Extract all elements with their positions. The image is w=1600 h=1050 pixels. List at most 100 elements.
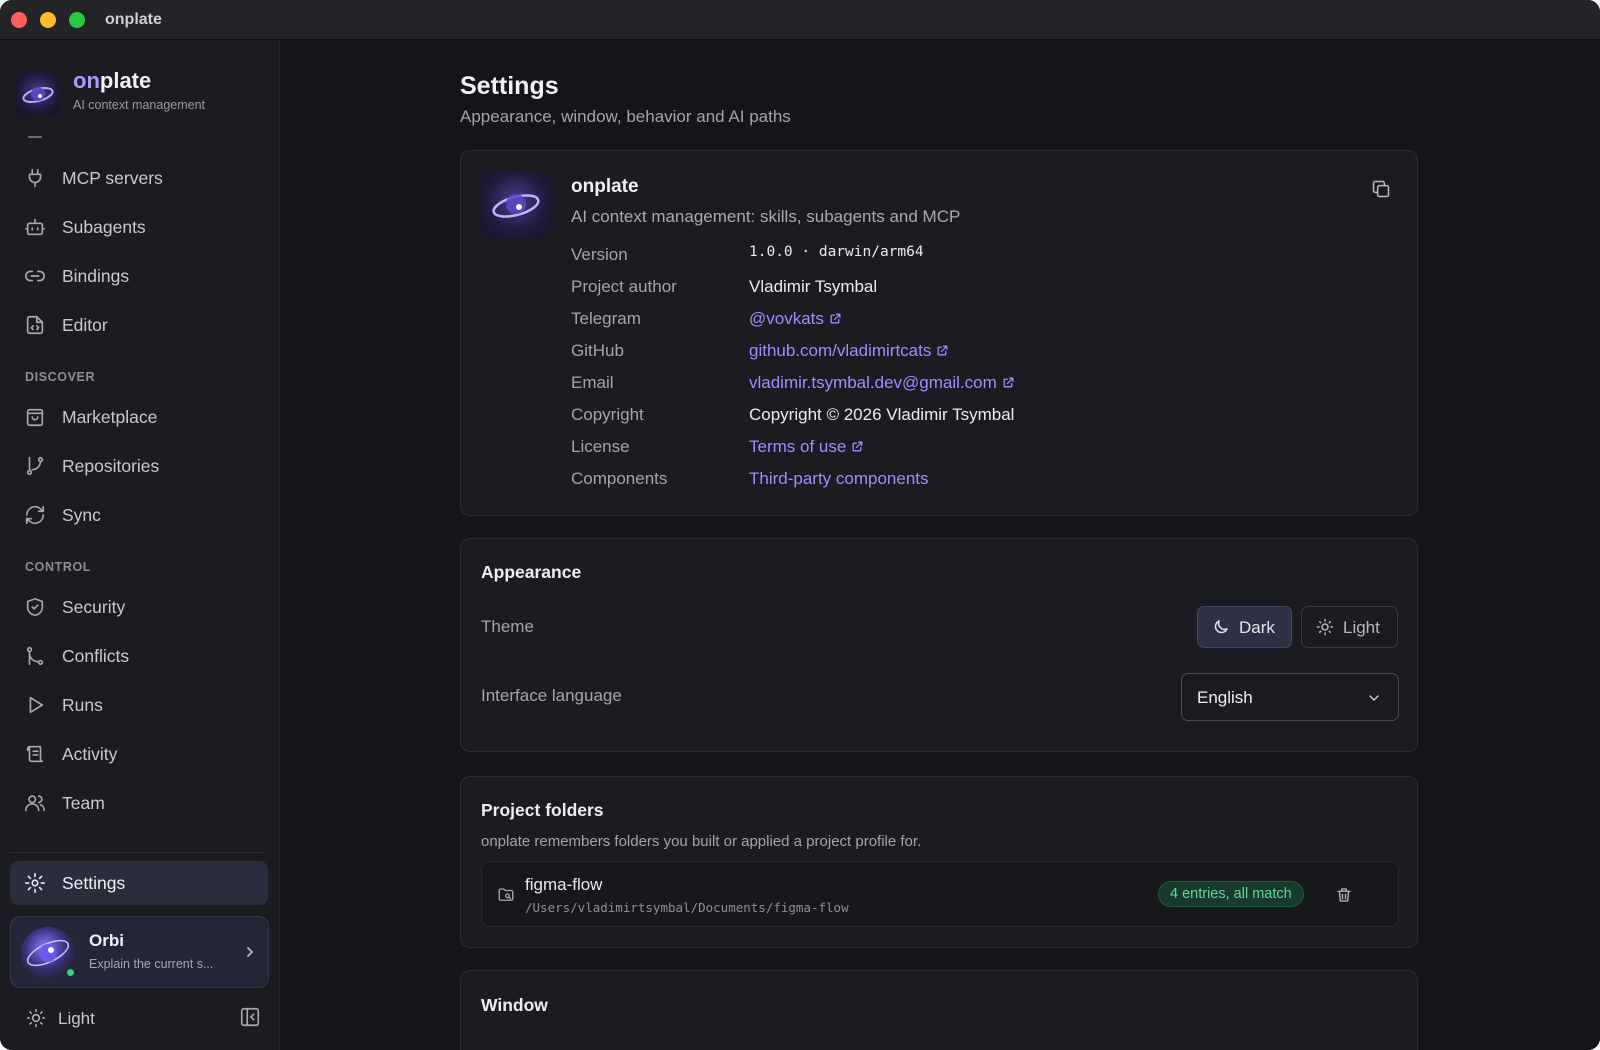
minimize-window-button[interactable] xyxy=(40,12,56,28)
external-link-icon xyxy=(829,312,842,325)
about-app-name: onplate xyxy=(571,176,639,197)
sidebar-item-activity[interactable]: Activity xyxy=(10,732,268,776)
info-row-version: Version 1.0.0 · darwin/arm64 xyxy=(571,243,1391,267)
orbi-assistant-card[interactable]: Orbi Explain the current s... xyxy=(10,916,269,988)
info-row-email: Email vladimir.tsymbal.dev@gmail.com xyxy=(571,371,1391,395)
sidebar-item-bindings[interactable]: Bindings xyxy=(10,254,268,298)
play-icon xyxy=(24,694,46,716)
page-title: Settings xyxy=(460,72,559,100)
brand: onplate AI context management xyxy=(16,68,276,118)
plug-icon xyxy=(24,167,46,189)
page-subtitle: Appearance, window, behavior and AI path… xyxy=(460,107,791,126)
sidebar-item-label: Activity xyxy=(62,744,118,764)
sidebar-item-label: Conflicts xyxy=(62,646,130,666)
sidebar-theme-toggle[interactable]: Light xyxy=(26,1006,146,1032)
git-branch-icon xyxy=(24,455,46,477)
about-description: AI context management: skills, subagents… xyxy=(571,207,961,226)
sidebar-item-label: Marketplace xyxy=(62,407,158,427)
third-party-components-link[interactable]: Third-party components xyxy=(749,469,929,489)
sidebar-item-runs[interactable]: Runs xyxy=(10,683,268,727)
window-title: onplate xyxy=(105,11,162,28)
info-key: Components xyxy=(571,469,668,488)
appearance-card: Appearance Theme Dark Light Interface la… xyxy=(460,538,1418,752)
sidebar-item-mcp-servers[interactable]: MCP servers xyxy=(10,156,268,200)
online-status-dot xyxy=(67,969,74,976)
chevron-down-icon xyxy=(1366,690,1382,706)
sidebar-item-settings[interactable]: Settings xyxy=(10,861,268,905)
shopping-bag-icon xyxy=(24,406,46,428)
info-row-telegram: Telegram @vovkats xyxy=(571,307,1391,331)
sidebar-item-sync[interactable]: Sync xyxy=(10,493,268,537)
chevron-right-icon xyxy=(243,943,257,961)
theme-light-button[interactable]: Light xyxy=(1301,606,1398,648)
copyright-value: Copyright © 2026 Vladimir Tsymbal xyxy=(749,405,1015,424)
link-icon xyxy=(24,265,46,287)
version-value: 1.0.0 · darwin/arm64 xyxy=(749,244,924,260)
title-bar: onplate xyxy=(0,0,1600,40)
external-link-icon xyxy=(851,440,864,453)
copy-icon[interactable] xyxy=(1371,179,1391,199)
sidebar-item-label: Settings xyxy=(62,873,126,893)
sidebar-item-editor[interactable]: Editor xyxy=(10,303,268,347)
sidebar-item-repositories[interactable]: Repositories xyxy=(10,444,268,488)
about-card: onplate AI context management: skills, s… xyxy=(460,150,1418,516)
info-row-github: GitHub github.com/vladimirtcats xyxy=(571,339,1391,363)
users-icon xyxy=(24,792,46,814)
external-link-icon xyxy=(1002,376,1015,389)
section-label-control: CONTROL xyxy=(25,560,91,574)
folder-name: figma-flow xyxy=(525,875,603,894)
moon-icon xyxy=(1212,618,1230,636)
info-key: GitHub xyxy=(571,341,624,360)
status-badge: 4 entries, all match xyxy=(1158,881,1304,907)
sidebar-item-marketplace[interactable]: Marketplace xyxy=(10,395,268,439)
info-key: Copyright xyxy=(571,405,644,424)
app-window: onplate onplate AI context management MC… xyxy=(0,0,1600,1050)
terms-of-use-link[interactable]: Terms of use xyxy=(749,437,864,457)
info-key: Project author xyxy=(571,277,677,296)
info-key: Version xyxy=(571,245,628,264)
telegram-link[interactable]: @vovkats xyxy=(749,309,842,329)
sidebar-item-subagents[interactable]: Subagents xyxy=(10,205,268,249)
theme-light-label: Light xyxy=(1343,618,1380,637)
bot-icon xyxy=(24,216,46,238)
onplate-logo xyxy=(16,72,60,116)
refresh-icon xyxy=(24,504,46,526)
interface-language-select[interactable]: English xyxy=(1181,673,1399,721)
collapse-sidebar-icon[interactable] xyxy=(239,1006,261,1028)
file-code-icon xyxy=(24,314,46,336)
trash-icon[interactable] xyxy=(1335,886,1353,904)
theme-label: Theme xyxy=(481,617,534,636)
folder-row[interactable]: figma-flow /Users/vladimirtsymbal/Docume… xyxy=(481,861,1399,927)
info-row-components: Components Third-party components xyxy=(571,467,1391,491)
sidebar-item-label: Runs xyxy=(62,695,103,715)
project-folders-subtitle: onplate remembers folders you built or a… xyxy=(481,833,922,850)
window-section-title: Window xyxy=(481,995,548,1015)
selected-language: English xyxy=(1197,688,1253,707)
theme-toggle-label: Light xyxy=(58,1009,95,1028)
git-merge-icon xyxy=(24,645,46,667)
author-value: Vladimir Tsymbal xyxy=(749,277,878,296)
section-label-discover: DISCOVER xyxy=(25,370,96,384)
close-window-button[interactable] xyxy=(11,12,27,28)
shield-check-icon xyxy=(24,596,46,618)
sidebar-item-security[interactable]: Security xyxy=(10,585,268,629)
gear-icon xyxy=(24,872,46,894)
main-content: Settings Appearance, window, behavior an… xyxy=(280,40,1600,1050)
info-row-license: License Terms of use xyxy=(571,435,1391,459)
email-link[interactable]: vladimir.tsymbal.dev@gmail.com xyxy=(749,373,1015,393)
sidebar-item-label: Subagents xyxy=(62,217,146,237)
project-folders-title: Project folders xyxy=(481,800,604,820)
sidebar-item-label: Editor xyxy=(62,315,108,335)
sidebar-item-label: Sync xyxy=(62,505,101,525)
window-settings-card: Window xyxy=(460,970,1418,1050)
github-link[interactable]: github.com/vladimirtcats xyxy=(749,341,949,361)
sidebar-item-team[interactable]: Team xyxy=(10,781,268,825)
theme-dark-button[interactable]: Dark xyxy=(1197,606,1292,648)
sun-icon xyxy=(26,1008,46,1028)
appearance-title: Appearance xyxy=(481,562,582,582)
sidebar-item-label: Security xyxy=(62,597,126,617)
folder-path: /Users/vladimirtsymbal/Documents/figma-f… xyxy=(525,900,849,915)
external-link-icon xyxy=(936,344,949,357)
zoom-window-button[interactable] xyxy=(69,12,85,28)
sidebar-item-conflicts[interactable]: Conflicts xyxy=(10,634,268,678)
